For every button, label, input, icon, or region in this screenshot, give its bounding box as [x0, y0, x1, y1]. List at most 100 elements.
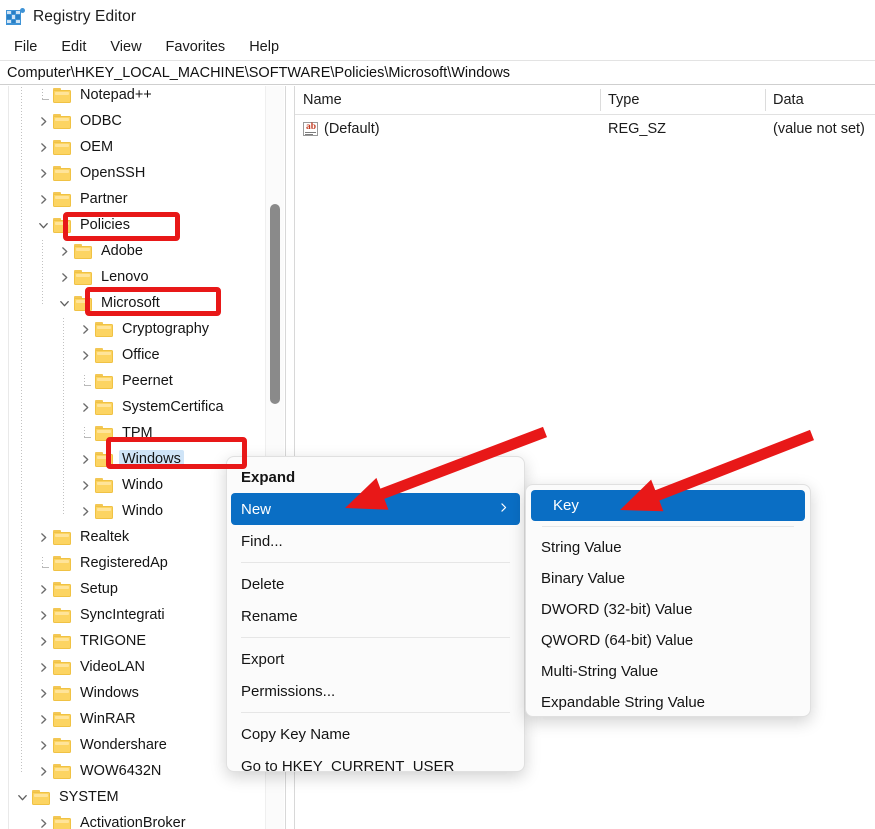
tree-item-peernet[interactable]: Peernet	[77, 368, 176, 394]
tree-item-windows[interactable]: Windows	[35, 680, 142, 706]
chevron-right-icon[interactable]	[56, 269, 72, 285]
tree-item-adobe[interactable]: Adobe	[56, 238, 146, 264]
tree-scrollbar-thumb[interactable]	[270, 204, 280, 404]
tree-leaf-marker	[35, 555, 51, 571]
address-bar[interactable]: Computer\HKEY_LOCAL_MACHINE\SOFTWARE\Pol…	[0, 60, 875, 85]
chevron-right-icon[interactable]	[35, 763, 51, 779]
tree-item-tpm[interactable]: TPM	[77, 420, 156, 446]
menu-help[interactable]: Help	[237, 37, 291, 57]
value-row[interactable]: ab (Default) REG_SZ (value not set)	[295, 116, 875, 142]
context-menu-item-label: Permissions...	[241, 682, 336, 700]
chevron-down-icon[interactable]	[14, 789, 30, 805]
context-menu-item-copy-key-name[interactable]: Copy Key Name	[231, 718, 520, 750]
value-type-cell[interactable]: REG_SZ	[600, 116, 765, 142]
context-menu-item-rename[interactable]: Rename	[231, 600, 520, 632]
tree-item-realtek[interactable]: Realtek	[35, 524, 132, 550]
tree-item-windo[interactable]: Windo	[77, 472, 166, 498]
tree-item-label: ActivationBroker	[80, 815, 186, 829]
chevron-right-icon[interactable]	[35, 659, 51, 675]
submenu-separator	[542, 526, 794, 527]
context-menu-item-new[interactable]: New	[231, 493, 520, 525]
tree-item-notepad[interactable]: Notepad++	[35, 86, 155, 108]
tree-leaf-marker	[77, 373, 93, 389]
values-list-header: Name Type Data	[295, 86, 875, 115]
folder-icon	[53, 711, 72, 727]
chevron-right-icon[interactable]	[35, 529, 51, 545]
value-data-cell[interactable]: (value not set)	[765, 116, 875, 142]
tree-item-odbc[interactable]: ODBC	[35, 108, 125, 134]
chevron-right-icon[interactable]	[35, 113, 51, 129]
chevron-right-icon[interactable]	[35, 165, 51, 181]
menu-view[interactable]: View	[98, 37, 153, 57]
context-menu-item-go-to-hkey-current-user[interactable]: Go to HKEY_CURRENT_USER	[231, 750, 520, 772]
submenu-item-multi-string-value[interactable]: Multi-String Value	[531, 656, 805, 687]
tree-left-rail	[0, 86, 9, 829]
tree-item-windo[interactable]: Windo	[77, 498, 166, 524]
chevron-right-icon[interactable]	[77, 503, 93, 519]
chevron-down-icon[interactable]	[56, 295, 72, 311]
submenu-item-expandable-string-value[interactable]: Expandable String Value	[531, 687, 805, 716]
folder-icon	[74, 295, 93, 311]
chevron-right-icon[interactable]	[77, 399, 93, 415]
context-menu-item-delete[interactable]: Delete	[231, 568, 520, 600]
menu-file[interactable]: File	[2, 37, 49, 57]
tree-item-systemcertifica[interactable]: SystemCertifica	[77, 394, 227, 420]
chevron-right-icon[interactable]	[35, 815, 51, 829]
column-header-type[interactable]: Type	[600, 86, 765, 114]
value-name-cell[interactable]: ab (Default)	[295, 116, 600, 142]
tree-item-activationbroker[interactable]: ActivationBroker	[35, 810, 189, 829]
tree-item-windows[interactable]: Windows	[77, 446, 184, 472]
value-name-text: (Default)	[324, 121, 380, 137]
context-menu-item-permissions[interactable]: Permissions...	[231, 675, 520, 707]
chevron-right-icon[interactable]	[77, 347, 93, 363]
chevron-right-icon[interactable]	[35, 191, 51, 207]
menu-favorites[interactable]: Favorites	[154, 37, 238, 57]
tree-item-label: Realtek	[80, 529, 130, 545]
column-header-name[interactable]: Name	[295, 86, 600, 114]
tree-item-wondershare[interactable]: Wondershare	[35, 732, 170, 758]
chevron-right-icon[interactable]	[56, 243, 72, 259]
new-submenu[interactable]: Key String Value Binary Value DWORD (32-bit…	[525, 484, 811, 717]
tree-item-registeredap[interactable]: RegisteredAp	[35, 550, 171, 576]
chevron-right-icon[interactable]	[35, 711, 51, 727]
submenu-item-string-value[interactable]: String Value	[531, 532, 805, 563]
tree-item-trigone[interactable]: TRIGONE	[35, 628, 149, 654]
submenu-item-key[interactable]: Key	[531, 490, 805, 521]
chevron-right-icon[interactable]	[35, 737, 51, 753]
tree-item-winrar[interactable]: WinRAR	[35, 706, 139, 732]
chevron-down-icon[interactable]	[35, 217, 51, 233]
tree-item-office[interactable]: Office	[77, 342, 163, 368]
context-menu-item-find[interactable]: Find...	[231, 525, 520, 557]
chevron-right-icon[interactable]	[35, 685, 51, 701]
column-header-data[interactable]: Data	[765, 86, 875, 114]
tree-item-partner[interactable]: Partner	[35, 186, 131, 212]
chevron-right-icon[interactable]	[35, 581, 51, 597]
tree-item-syncintegrati[interactable]: SyncIntegrati	[35, 602, 168, 628]
menu-edit[interactable]: Edit	[49, 37, 98, 57]
chevron-right-icon[interactable]	[35, 139, 51, 155]
submenu-item-label: DWORD (32-bit) Value	[541, 601, 693, 618]
chevron-right-icon[interactable]	[35, 607, 51, 623]
chevron-right-icon[interactable]	[77, 321, 93, 337]
tree-item-system[interactable]: SYSTEM	[14, 784, 122, 810]
chevron-right-icon[interactable]	[77, 451, 93, 467]
tree-item-openssh[interactable]: OpenSSH	[35, 160, 148, 186]
submenu-item-dword-32-bit-value[interactable]: DWORD (32-bit) Value	[531, 594, 805, 625]
tree-item-oem[interactable]: OEM	[35, 134, 116, 160]
tree-item-policies[interactable]: Policies	[35, 212, 133, 238]
context-menu-item-expand[interactable]: Expand	[231, 461, 520, 493]
context-menu-item-export[interactable]: Export	[231, 643, 520, 675]
context-menu[interactable]: Expand New Find... Delete Rename Export Permis…	[226, 456, 525, 772]
submenu-item-qword-64-bit-value[interactable]: QWORD (64-bit) Value	[531, 625, 805, 656]
tree-item-cryptography[interactable]: Cryptography	[77, 316, 212, 342]
tree-item-wow6432n[interactable]: WOW6432N	[35, 758, 164, 784]
chevron-right-icon[interactable]	[77, 477, 93, 493]
chevron-right-icon[interactable]	[35, 633, 51, 649]
folder-icon	[95, 451, 114, 467]
tree-item-setup[interactable]: Setup	[35, 576, 121, 602]
submenu-item-binary-value[interactable]: Binary Value	[531, 563, 805, 594]
tree-item-microsoft[interactable]: Microsoft	[56, 290, 163, 316]
tree-item-videolan[interactable]: VideoLAN	[35, 654, 148, 680]
tree-guide-line	[21, 86, 22, 774]
tree-item-lenovo[interactable]: Lenovo	[56, 264, 152, 290]
